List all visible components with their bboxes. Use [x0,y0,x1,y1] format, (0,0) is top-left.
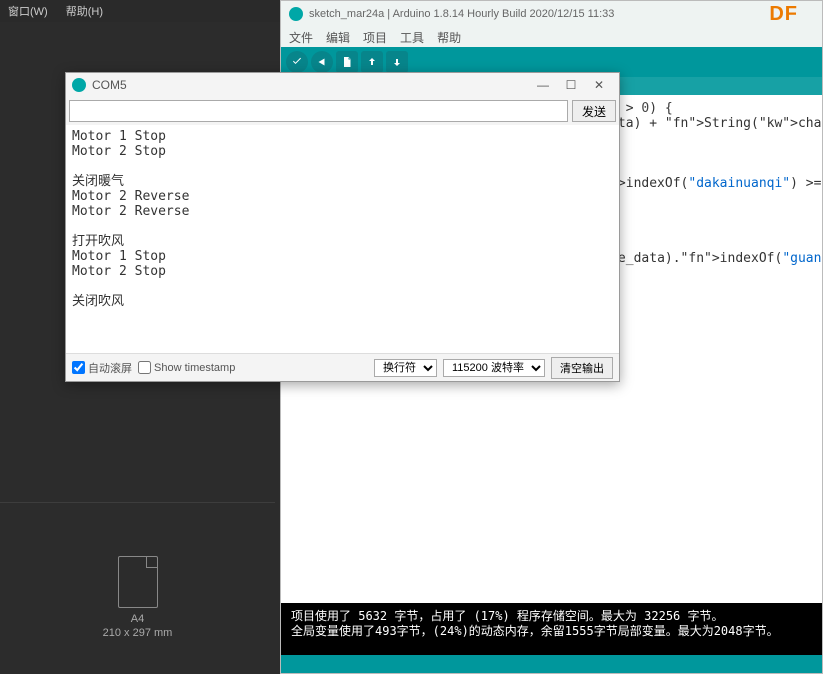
autoscroll-label: 自动滚屏 [88,360,132,376]
host-menu-window[interactable]: 窗口(W) [8,3,48,19]
minimize-icon[interactable]: — [529,75,557,95]
brand-label: DF [769,3,798,26]
menu-file[interactable]: 文件 [289,29,313,46]
page-name: A4 [131,613,144,625]
autoscroll-checkbox[interactable]: 自动滚屏 [72,360,132,376]
upload-button[interactable] [311,51,333,73]
serial-input-row: 发送 [66,97,619,125]
timestamp-checkbox[interactable]: Show timestamp [138,361,235,374]
open-button[interactable] [361,51,383,73]
menu-edit[interactable]: 编辑 [326,29,350,46]
arduino-logo-icon [289,7,303,21]
new-file-button[interactable] [336,51,358,73]
clear-output-button[interactable]: 清空输出 [551,357,613,379]
page-size: 210 x 297 mm [103,627,173,639]
line-ending-select[interactable]: 换行符 [374,359,437,377]
serial-output[interactable]: Motor 1 Stop Motor 2 Stop 关闭暖气 Motor 2 R… [66,125,619,353]
page-icon[interactable] [118,556,158,608]
host-menu-help[interactable]: 帮助(H) [66,3,103,19]
maximize-icon[interactable]: ☐ [557,75,585,95]
menu-help[interactable]: 帮助 [437,29,461,46]
verify-button[interactable] [286,51,308,73]
arduino-titlebar: sketch_mar24a | Arduino 1.8.14 Hourly Bu… [281,1,822,27]
baud-rate-select[interactable]: 115200 波特率 [443,359,545,377]
close-icon[interactable]: ✕ [585,75,613,95]
arduino-status-bar [281,655,822,673]
serial-send-input[interactable] [69,100,568,122]
serial-footer: 自动滚屏 Show timestamp 换行符 115200 波特率 清空输出 [66,353,619,381]
page-label: A4 210 x 297 mm [0,612,275,640]
menu-tools[interactable]: 工具 [400,29,424,46]
panel-divider [0,502,275,503]
arduino-logo-icon [72,78,86,92]
save-button[interactable] [386,51,408,73]
timestamp-label: Show timestamp [154,362,235,374]
serial-monitor-window: COM5 — ☐ ✕ 发送 Motor 1 Stop Motor 2 Stop … [65,72,620,382]
serial-send-button[interactable]: 发送 [572,100,616,122]
arduino-title: sketch_mar24a | Arduino 1.8.14 Hourly Bu… [309,8,614,20]
compile-console: 项目使用了 5632 字节，占用了 (17%) 程序存储空间。最大为 32256… [281,603,822,655]
menu-sketch[interactable]: 项目 [363,29,387,46]
serial-titlebar[interactable]: COM5 — ☐ ✕ [66,73,619,97]
arduino-menubar: 文件 编辑 项目 工具 帮助 [281,27,822,47]
serial-title-text: COM5 [92,78,127,92]
